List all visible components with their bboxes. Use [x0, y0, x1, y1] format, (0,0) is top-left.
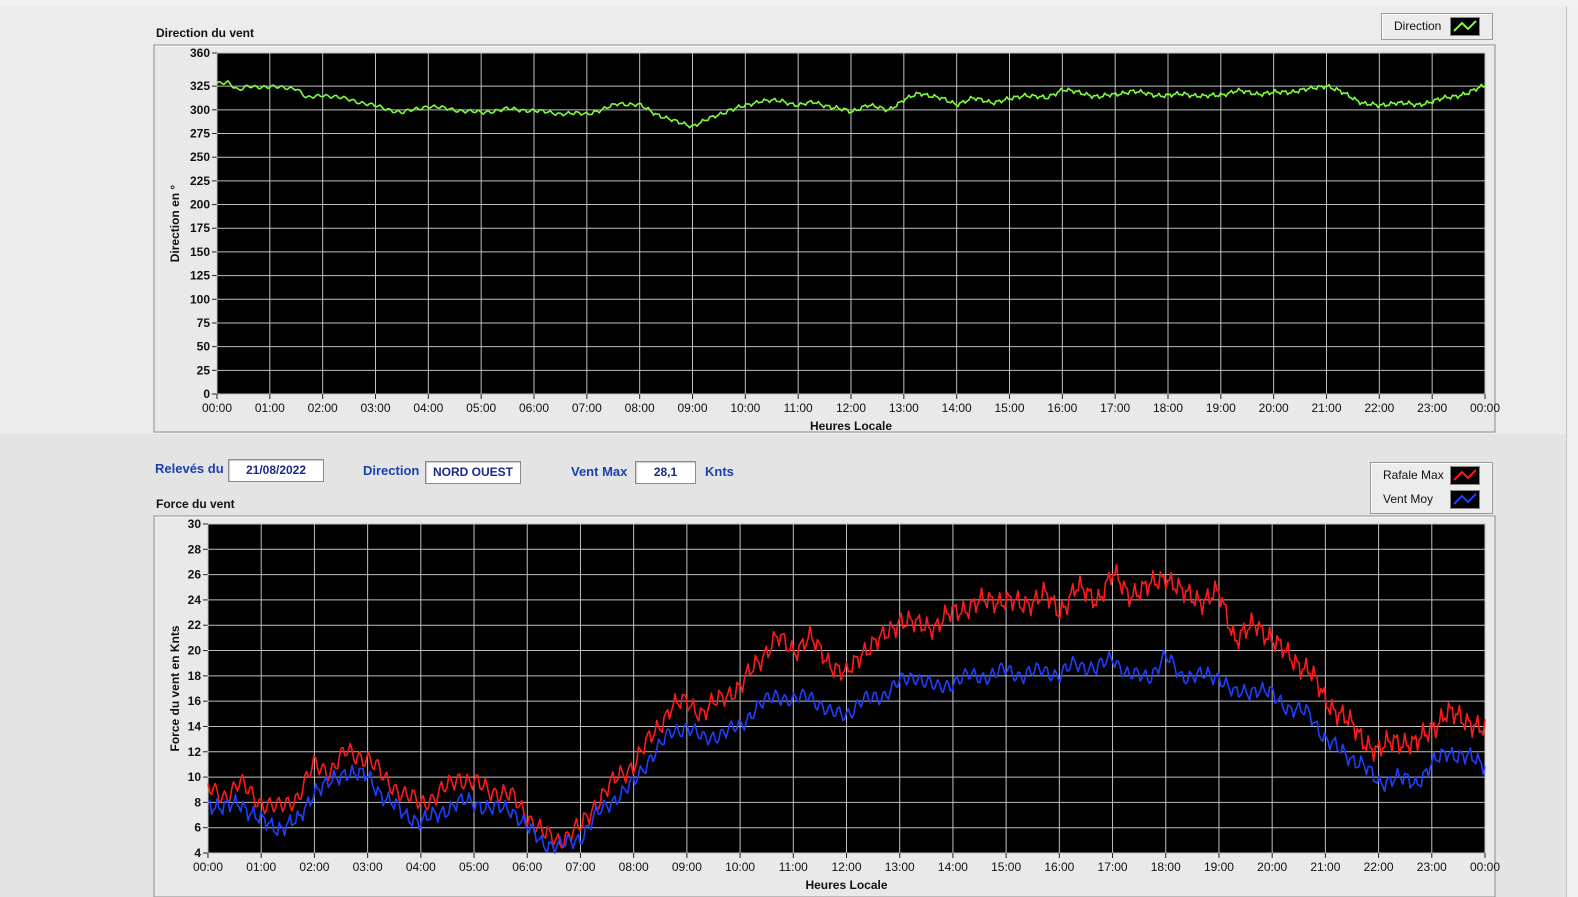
- y-tick-label: 275: [190, 127, 210, 141]
- direction-value-field[interactable]: NORD OUEST: [425, 461, 521, 484]
- force-chart-title: Force du vent: [156, 497, 235, 511]
- force-legend[interactable]: Rafale Max Vent Moy: [1370, 462, 1493, 514]
- y-tick-label: 125: [190, 269, 210, 283]
- x-tick-label: 18:00: [1153, 401, 1183, 415]
- x-tick-label: 05:00: [466, 401, 496, 415]
- y-tick-label: 250: [190, 150, 210, 164]
- x-tick-label: 03:00: [360, 401, 390, 415]
- releves-date-field[interactable]: 21/08/2022: [228, 459, 324, 482]
- x-tick-label: 00:00: [202, 401, 232, 415]
- x-tick-label: 01:00: [255, 401, 285, 415]
- y-tick-label: 100: [190, 292, 210, 306]
- y-tick-label: 0: [203, 387, 210, 401]
- y-tick-label: 360: [190, 46, 210, 60]
- x-tick-label: 12:00: [836, 401, 866, 415]
- ventmoy-line-swatch-icon: [1450, 490, 1480, 509]
- x-tick-label: 16:00: [1047, 401, 1077, 415]
- y-tick-label: 25: [197, 363, 211, 377]
- x-tick-label: 21:00: [1311, 401, 1341, 415]
- y-tick-label: 200: [190, 198, 210, 212]
- y-tick-label: 325: [190, 79, 210, 93]
- y-tick-label: 75: [197, 316, 211, 330]
- y-axis-label: Direction en °: [168, 185, 182, 263]
- ventmax-value-field[interactable]: 28,1: [635, 461, 696, 484]
- x-tick-label: 02:00: [308, 401, 338, 415]
- x-axis-label: Heures Locale: [810, 419, 892, 433]
- x-tick-label: 00:00: [1470, 401, 1500, 415]
- x-tick-label: 13:00: [889, 401, 919, 415]
- x-tick-label: 07:00: [572, 401, 602, 415]
- x-tick-label: 15:00: [994, 401, 1024, 415]
- y-tick-label: 175: [190, 221, 210, 235]
- x-tick-label: 17:00: [1100, 401, 1130, 415]
- legend-item-rafale[interactable]: Rafale Max: [1371, 463, 1492, 487]
- y-tick-label: 225: [190, 174, 210, 188]
- x-tick-label: 22:00: [1364, 401, 1394, 415]
- x-tick-label: 09:00: [677, 401, 707, 415]
- x-tick-label: 10:00: [730, 401, 760, 415]
- ventmax-unit: Knts: [705, 464, 734, 479]
- direction-label: Direction: [363, 463, 420, 478]
- x-tick-label: 14:00: [942, 401, 972, 415]
- legend-item-ventmoy[interactable]: Vent Moy: [1371, 487, 1492, 511]
- x-tick-label: 06:00: [519, 401, 549, 415]
- x-tick-label: 08:00: [625, 401, 655, 415]
- direction-chart[interactable]: 0 25 50 75 100 125 150 175 200 225 250 275 300 325 360…: [0, 0, 1578, 897]
- legend-label-ventmoy: Vent Moy: [1383, 492, 1434, 506]
- rafale-line-swatch-icon: [1450, 466, 1480, 485]
- ventmax-label: Vent Max: [571, 464, 628, 479]
- x-tick-label: 11:00: [784, 401, 813, 415]
- x-tick-label: 20:00: [1259, 401, 1289, 415]
- x-tick-label: 23:00: [1417, 401, 1447, 415]
- y-tick-label: 300: [190, 103, 210, 117]
- y-tick-label: 50: [197, 340, 211, 354]
- legend-label-rafale: Rafale Max: [1383, 468, 1444, 482]
- x-tick-label: 04:00: [413, 401, 443, 415]
- y-tick-label: 150: [190, 245, 210, 259]
- x-tick-label: 19:00: [1206, 401, 1236, 415]
- releves-label: Relevés du: [155, 461, 224, 476]
